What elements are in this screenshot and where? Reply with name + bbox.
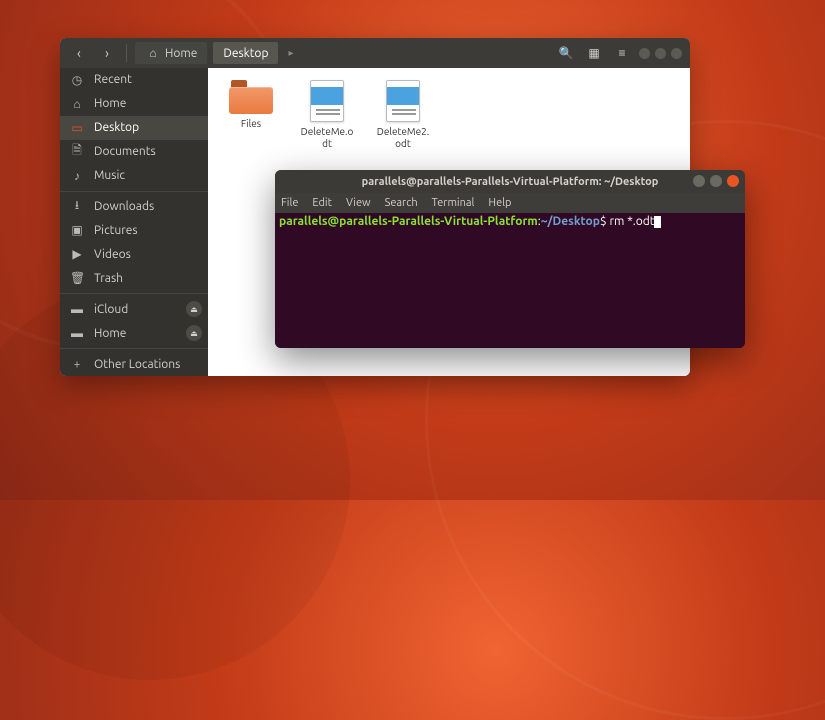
search-icon: 🔍 [559, 46, 574, 60]
sidebar-item-documents[interactable]: 🗎 Documents [60, 140, 208, 164]
document-icon [386, 80, 420, 122]
file-item-deleteme2[interactable]: DeleteMe2.odt [374, 80, 432, 149]
divider [60, 348, 208, 349]
minimize-button[interactable] [693, 175, 705, 187]
document-icon: 🗎 [70, 141, 84, 162]
maximize-button[interactable] [710, 175, 722, 187]
prompt-user: parallels@parallels-Parallels-Virtual-Pl… [279, 215, 538, 228]
sidebar-item-label: iCloud [94, 303, 128, 316]
files-sidebar: ◷ Recent ⌂ Home ▭ Desktop 🗎 Documents ♪ Music… [60, 68, 208, 376]
trash-icon: 🗑 [70, 271, 84, 285]
image-icon: ▣ [70, 223, 84, 237]
folder-icon [229, 80, 273, 114]
sidebar-item-label: Pictures [94, 224, 138, 237]
close-button[interactable] [671, 48, 682, 59]
window-controls [639, 48, 682, 59]
sidebar-item-label: Recent [94, 73, 132, 86]
menu-edit[interactable]: Edit [312, 197, 332, 209]
prompt-sigil: $ [600, 215, 610, 228]
sidebar-item-label: Trash [94, 272, 123, 285]
menu-search[interactable]: Search [385, 197, 418, 209]
menu-help[interactable]: Help [488, 197, 511, 209]
sidebar-item-label: Home [94, 97, 126, 110]
terminal-command: rm *.odt [609, 215, 654, 228]
home-icon: ⌂ [145, 46, 161, 60]
clock-icon: ◷ [70, 73, 84, 87]
sidebar-item-home[interactable]: ⌂ Home [60, 92, 208, 116]
document-icon [310, 80, 344, 122]
drive-icon: ▬ [70, 326, 84, 340]
sidebar-item-music[interactable]: ♪ Music [60, 164, 208, 188]
cursor [654, 216, 661, 228]
breadcrumb-desktop[interactable]: Desktop [213, 42, 278, 64]
breadcrumb-label: Desktop [223, 47, 268, 60]
menu-button[interactable]: ≡ [611, 42, 633, 64]
breadcrumb-label: Home [165, 47, 197, 60]
hamburger-icon: ≡ [618, 46, 625, 60]
file-label: DeleteMe.odt [298, 126, 356, 149]
terminal-title: parallels@parallels-Parallels-Virtual-Pl… [362, 176, 659, 188]
sidebar-item-trash[interactable]: 🗑 Trash [60, 266, 208, 290]
sidebar-item-label: Music [94, 169, 125, 182]
terminal-titlebar: parallels@parallels-Parallels-Virtual-Pl… [275, 170, 745, 193]
sidebar-item-label: Home [94, 327, 126, 340]
sidebar-item-label: Videos [94, 248, 131, 261]
prompt-path: ~/Desktop [541, 215, 600, 228]
menu-view[interactable]: View [346, 197, 371, 209]
file-item-deleteme[interactable]: DeleteMe.odt [298, 80, 356, 149]
sidebar-item-videos[interactable]: ▶ Videos [60, 242, 208, 266]
file-label: Files [241, 118, 261, 130]
sidebar-item-downloads[interactable]: ⭳ Downloads [60, 195, 208, 219]
home-icon: ⌂ [70, 97, 84, 111]
divider [60, 191, 208, 192]
sidebar-item-label: Documents [94, 145, 156, 158]
music-icon: ♪ [70, 169, 84, 183]
sidebar-item-recent[interactable]: ◷ Recent [60, 68, 208, 92]
minimize-button[interactable] [639, 48, 650, 59]
menu-file[interactable]: File [281, 197, 298, 209]
sidebar-item-home-drive[interactable]: ▬ Home ⏏ [60, 321, 208, 345]
sidebar-item-pictures[interactable]: ▣ Pictures [60, 219, 208, 243]
sidebar-item-label: Downloads [94, 200, 154, 213]
file-label: DeleteMe2.odt [374, 126, 432, 149]
eject-button[interactable]: ⏏ [186, 325, 202, 341]
nav-back-button[interactable]: ‹ [68, 42, 90, 64]
close-button[interactable] [727, 175, 739, 187]
sidebar-item-icloud[interactable]: ▬ iCloud ⏏ [60, 297, 208, 321]
terminal-menubar: File Edit View Search Terminal Help [275, 193, 745, 213]
plus-icon: + [70, 358, 84, 371]
terminal-window: parallels@parallels-Parallels-Virtual-Pl… [275, 170, 745, 348]
folder-icon: ▭ [70, 121, 84, 135]
drive-icon: ▬ [70, 302, 84, 316]
grid-icon: ▦ [588, 46, 599, 60]
chevron-right-icon: ▸ [284, 47, 297, 59]
sidebar-item-other-locations[interactable]: + Other Locations [60, 352, 208, 376]
menu-terminal[interactable]: Terminal [432, 197, 475, 209]
download-icon: ⭳ [70, 196, 84, 217]
sidebar-item-desktop[interactable]: ▭ Desktop [60, 116, 208, 140]
video-icon: ▶ [70, 247, 84, 261]
sidebar-item-label: Other Locations [94, 358, 180, 371]
sidebar-item-label: Desktop [94, 121, 139, 134]
eject-button[interactable]: ⏏ [186, 301, 202, 317]
terminal-body[interactable]: parallels@parallels-Parallels-Virtual-Pl… [275, 213, 745, 348]
search-button[interactable]: 🔍 [555, 42, 577, 64]
breadcrumb-home[interactable]: ⌂ Home [135, 42, 207, 64]
maximize-button[interactable] [655, 48, 666, 59]
divider [126, 44, 127, 62]
file-item-folder[interactable]: Files [222, 80, 280, 130]
window-controls [693, 175, 739, 187]
nav-forward-button[interactable]: › [96, 42, 118, 64]
files-titlebar: ‹ › ⌂ Home Desktop ▸ 🔍 ▦ ≡ [60, 38, 690, 68]
view-toggle-button[interactable]: ▦ [583, 42, 605, 64]
divider [60, 293, 208, 294]
